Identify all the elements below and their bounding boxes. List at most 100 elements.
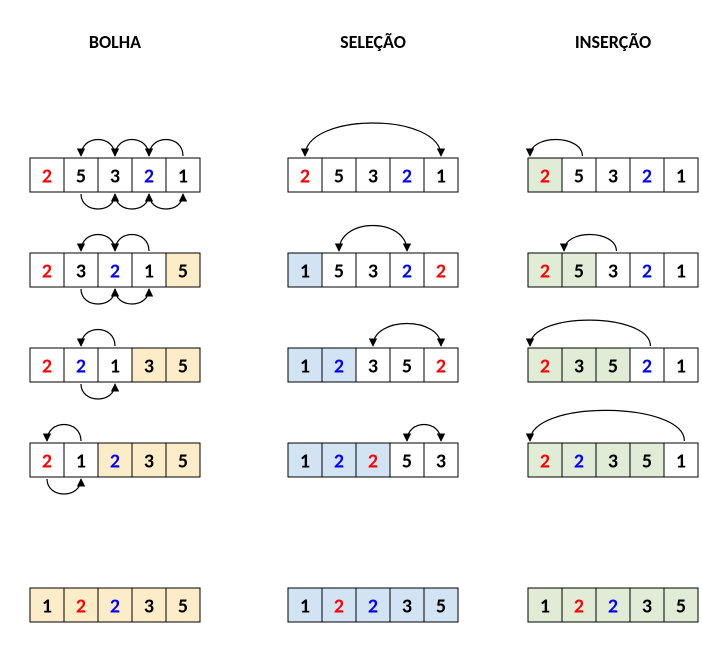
swap-arc <box>407 425 441 442</box>
swap-arc <box>81 384 115 399</box>
cell-value: 2 <box>540 164 550 188</box>
cell-value: 2 <box>402 259 412 283</box>
cell-value: 2 <box>76 594 86 618</box>
cell-value: 2 <box>42 449 52 473</box>
swap-arc <box>81 140 115 157</box>
cell-value: 5 <box>402 354 412 378</box>
cell-value: 2 <box>540 354 550 378</box>
cell-value: 5 <box>608 354 618 378</box>
cell-value: 1 <box>42 594 52 618</box>
cell-value: 1 <box>676 259 686 283</box>
cell-value: 2 <box>642 259 652 283</box>
cell-value: 2 <box>436 259 446 283</box>
cell-value: 3 <box>402 594 412 618</box>
cell-value: 2 <box>574 449 584 473</box>
heading-seleção: SELEÇÃO <box>340 31 406 53</box>
cell-value: 2 <box>42 259 52 283</box>
cell-value: 1 <box>436 164 446 188</box>
cell-value: 2 <box>300 164 310 188</box>
cell-value: 2 <box>334 594 344 618</box>
cell-value: 2 <box>110 449 120 473</box>
cell-value: 2 <box>144 164 154 188</box>
cell-value: 2 <box>540 259 550 283</box>
insert-arrow <box>530 410 684 441</box>
cell-value: 3 <box>608 164 618 188</box>
cell-value: 2 <box>110 259 120 283</box>
cell-value: 2 <box>540 449 550 473</box>
cell-value: 3 <box>144 449 154 473</box>
cell-value: 5 <box>574 259 584 283</box>
swap-arc <box>305 123 441 156</box>
cell-value: 1 <box>110 354 120 378</box>
cell-value: 2 <box>436 354 446 378</box>
swap-arc <box>81 289 115 304</box>
cell-value: 1 <box>300 449 310 473</box>
cell-value: 5 <box>402 449 412 473</box>
cell-value: 1 <box>144 259 154 283</box>
insert-arrow <box>530 320 650 346</box>
insert-arrow <box>530 140 582 156</box>
cell-value: 5 <box>178 594 188 618</box>
cell-value: 2 <box>402 164 412 188</box>
cell-value: 1 <box>76 449 86 473</box>
heading-inserção: INSERÇÃO <box>575 31 651 53</box>
swap-arc <box>149 140 183 157</box>
cell-value: 3 <box>110 164 120 188</box>
cell-value: 3 <box>144 354 154 378</box>
cell-value: 5 <box>436 594 446 618</box>
cell-value: 3 <box>368 354 378 378</box>
swap-arc <box>339 226 407 252</box>
cell-value: 2 <box>334 354 344 378</box>
swap-arc <box>81 330 115 347</box>
cell-value: 2 <box>110 594 120 618</box>
cell-value: 2 <box>608 594 618 618</box>
insert-arrow <box>564 235 616 251</box>
swap-arc <box>115 140 149 157</box>
cell-value: 5 <box>334 164 344 188</box>
cell-value: 3 <box>436 449 446 473</box>
cell-value: 3 <box>76 259 86 283</box>
cell-value: 5 <box>178 259 188 283</box>
cell-value: 3 <box>368 164 378 188</box>
cell-value: 2 <box>42 164 52 188</box>
swap-arc <box>81 235 115 252</box>
cell-value: 5 <box>76 164 86 188</box>
cell-value: 5 <box>676 594 686 618</box>
cell-value: 3 <box>608 259 618 283</box>
swap-arc <box>373 324 441 347</box>
swap-arc <box>47 479 81 494</box>
cell-value: 1 <box>300 354 310 378</box>
cell-value: 5 <box>178 354 188 378</box>
cell-value: 3 <box>574 354 584 378</box>
cell-value: 1 <box>300 259 310 283</box>
swap-arc <box>115 235 149 252</box>
swap-arc <box>115 194 149 209</box>
cell-value: 2 <box>76 354 86 378</box>
cell-value: 2 <box>642 164 652 188</box>
cell-value: 5 <box>642 449 652 473</box>
cell-value: 2 <box>368 449 378 473</box>
swap-arc <box>149 194 183 209</box>
cell-value: 5 <box>574 164 584 188</box>
cell-value: 2 <box>334 449 344 473</box>
cell-value: 1 <box>676 449 686 473</box>
cell-value: 5 <box>334 259 344 283</box>
cell-value: 2 <box>368 594 378 618</box>
cell-value: 1 <box>676 164 686 188</box>
cell-value: 5 <box>178 449 188 473</box>
cell-value: 1 <box>676 354 686 378</box>
cell-value: 1 <box>540 594 550 618</box>
swap-arc <box>81 194 115 209</box>
cell-value: 3 <box>368 259 378 283</box>
cell-value: 3 <box>642 594 652 618</box>
cell-value: 3 <box>608 449 618 473</box>
cell-value: 1 <box>178 164 188 188</box>
sorting-diagram: BOLHASELEÇÃOINSERÇÃO25321232152213521235… <box>10 20 702 634</box>
swap-arc <box>115 289 149 304</box>
heading-bolha: BOLHA <box>89 31 141 53</box>
swap-arc <box>47 425 81 442</box>
cell-value: 2 <box>574 594 584 618</box>
cell-value: 2 <box>642 354 652 378</box>
cell-value: 2 <box>42 354 52 378</box>
cell-value: 1 <box>300 594 310 618</box>
